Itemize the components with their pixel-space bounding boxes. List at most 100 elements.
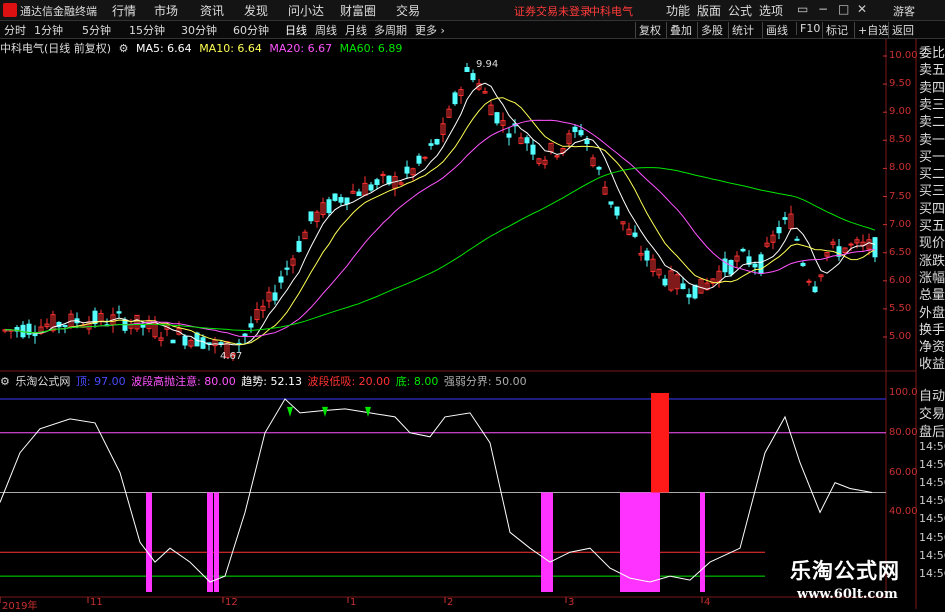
candlestick-series [2,62,878,362]
period-weekly[interactable]: 周线 [315,22,337,38]
menu-discover[interactable]: 发现 [244,2,268,19]
candle-up [806,280,812,283]
candle-down [242,333,248,337]
menu-options[interactable]: 选项 [759,2,783,19]
minimize-icon[interactable]: − [818,2,828,16]
price-tick-label: 5.00 [889,331,912,342]
period-30min[interactable]: 30分钟 [181,22,217,38]
candle-down [686,294,692,298]
quote-field-label: 现价 [919,236,945,252]
period-more[interactable]: 更多 › [415,22,445,38]
ma5-line [4,82,876,346]
candle-down [578,130,584,136]
ma10-line [4,97,876,346]
btn-draw[interactable]: 画线 [762,22,788,38]
quote-field-label: 卖四 [919,80,945,96]
date-tick-label: 2019年 [2,601,38,612]
candle-down [584,139,590,145]
menu-news[interactable]: 资讯 [200,2,224,19]
tick-time-label: 14:56 [919,548,945,562]
menu-market[interactable]: 市场 [154,2,178,19]
period-monthly[interactable]: 月线 [345,22,367,38]
trade-mode-label[interactable]: 自动 [919,385,945,404]
menu-ask[interactable]: 问小达 [288,2,324,19]
indicator-tick-label: 40.00 [889,506,918,518]
period-daily[interactable]: 日线 [285,22,307,38]
btn-adjust[interactable]: 复权 [635,22,661,38]
low-zone-bar [541,492,553,592]
indicator-name[interactable]: 乐淘公式网 [15,375,70,388]
btn-mark[interactable]: 标记 [822,22,848,38]
quote-field-label: 买五 [919,219,945,234]
indicator-settings-icon[interactable]: ⚙ [0,375,10,388]
indicator-info: ⚙ 乐淘公式网 顶: 97.00 波段高抛注意: 80.00 趋势: 52.13… [0,373,529,388]
guest-label[interactable]: 游客 [893,3,915,19]
candle-down [596,166,602,170]
candle-down [524,137,530,144]
btn-back[interactable]: 返回 [888,22,914,38]
quote-field-label: 净资 [919,340,945,356]
login-status[interactable]: 证券交易未登录 [514,3,591,19]
indicator-panel [0,393,886,592]
price-tick-label: 7.00 [889,218,912,230]
trend-line [0,398,873,583]
period-60min[interactable]: 60分钟 [233,22,269,38]
btn-stats[interactable]: 统计 [728,22,754,38]
candle-down [464,67,470,72]
chart-canvas[interactable] [0,0,945,609]
candle-down [572,126,578,133]
low-zone-bar [214,492,219,592]
restore-icon[interactable]: ▭ [797,2,808,16]
menu-formula[interactable]: 公式 [728,2,752,19]
quote-field-label: 换手 [919,322,945,338]
close-icon[interactable]: ✕ [857,2,867,16]
stock-period-label: 中科电气(日线 前复权) [0,42,112,55]
btn-add-watchlist[interactable]: +自选 [854,22,889,38]
watermark-name: 乐淘公式网 [790,559,900,583]
candle-down [170,339,176,344]
menu-layout[interactable]: 版面 [697,2,721,19]
tick-time-label: 14:56 [919,457,945,471]
candle-down [614,206,620,216]
period-toolbar: 分时 1分钟 5分钟 15分钟 30分钟 60分钟 日线 周线 月线 多周期 更… [0,21,945,39]
price-tick-label: 5.50 [889,302,912,314]
trade-mode-label[interactable]: 交易 [919,403,945,422]
quote-field-label: 卖五 [919,63,945,79]
price-tick-label: 8.50 [889,134,912,146]
tick-time-label: 14:56 [919,476,945,489]
indicator-wave-high: 波段高抛注意: 80.00 [131,375,236,388]
settings-icon[interactable]: ⚙ [119,42,129,55]
tick-time-label: 14:56 [919,530,945,544]
btn-overlay[interactable]: 叠加 [666,22,692,38]
indicator-trend: 趋势: 52.13 [241,375,302,388]
app-logo-icon [3,3,17,17]
quote-field-label: 总量 [919,288,945,304]
candle-up [848,243,854,246]
candle-down [356,191,362,197]
btn-f10[interactable]: F10 [796,22,820,35]
maximize-icon[interactable]: □ [838,2,849,16]
candle-down [278,276,284,283]
period-1min[interactable]: 1分钟 [34,22,63,38]
period-15min[interactable]: 15分钟 [129,22,165,38]
period-5min[interactable]: 5分钟 [82,22,111,38]
indicator-wave-low: 波段低吸: 20.00 [307,375,391,388]
indicator-strength: 强弱分界: 50.00 [443,375,527,388]
candle-down [248,323,254,328]
price-tick-label: 7.50 [889,190,912,202]
candle-down [368,184,374,191]
quote-field-label: 外盘 [919,305,945,321]
watermark-url: www.60lt.com [797,587,898,602]
period-multi[interactable]: 多周期 [374,22,407,38]
trade-mode-label[interactable]: 盘后 [919,421,945,440]
indicator-tick-label: 60.00 [889,466,918,478]
btn-multistock[interactable]: 多股 [697,22,723,38]
menu-wealth[interactable]: 财富圈 [340,2,376,19]
period-intraday[interactable]: 分时 [4,22,26,38]
menu-function[interactable]: 功能 [666,2,690,19]
price-tick-label: 8.00 [889,162,912,174]
candle-down [296,240,302,252]
menu-quotes[interactable]: 行情 [112,2,136,19]
menu-trade[interactable]: 交易 [396,2,420,19]
candle-down [530,144,536,155]
